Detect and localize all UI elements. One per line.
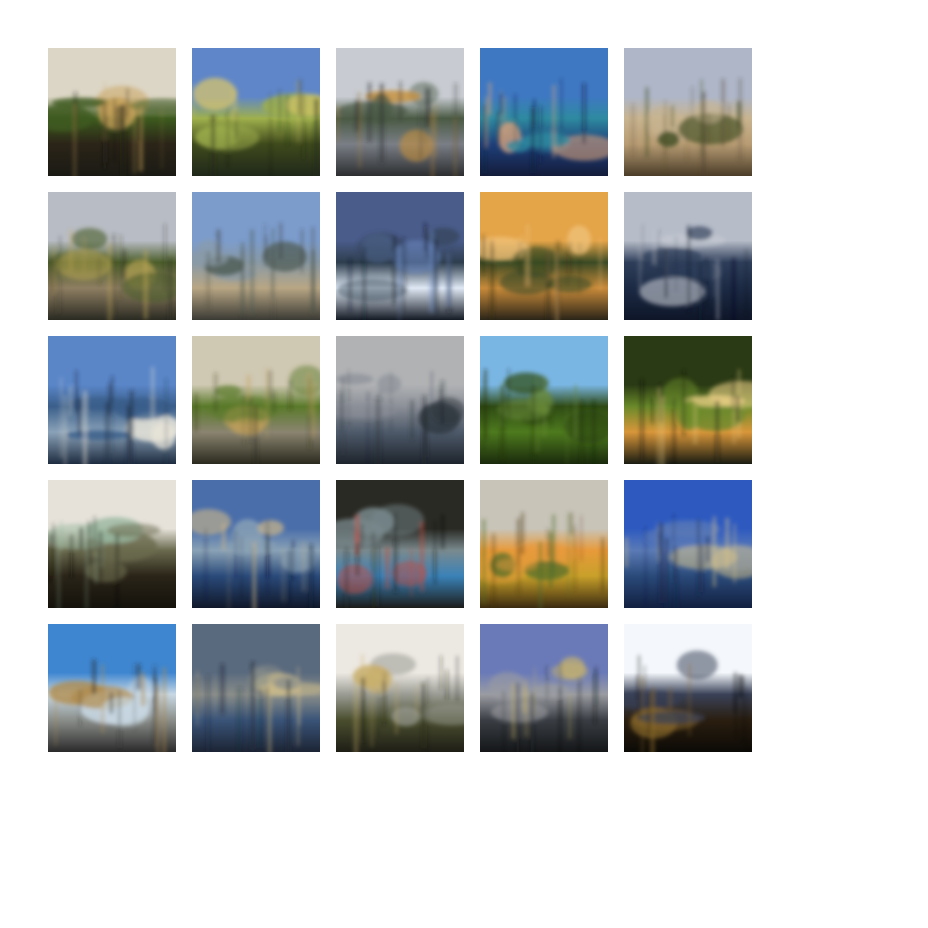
generated-image-tile <box>480 48 608 176</box>
generated-image <box>624 480 752 608</box>
generated-image <box>624 192 752 320</box>
generated-image <box>336 192 464 320</box>
generated-image <box>336 480 464 608</box>
generated-image-tile <box>480 480 608 608</box>
generated-image <box>48 624 176 752</box>
generated-image-tile <box>336 48 464 176</box>
generated-image <box>192 480 320 608</box>
generated-image-tile <box>480 192 608 320</box>
generated-image <box>192 336 320 464</box>
generated-image <box>192 624 320 752</box>
generated-image <box>624 336 752 464</box>
generated-image-tile <box>336 192 464 320</box>
generated-image-tile <box>48 480 176 608</box>
generated-image <box>336 624 464 752</box>
generated-image <box>336 336 464 464</box>
generated-image-tile <box>48 624 176 752</box>
generated-image <box>624 624 752 752</box>
generated-image-tile <box>624 480 752 608</box>
generated-image <box>192 192 320 320</box>
image-grid <box>48 48 752 752</box>
generated-image <box>48 48 176 176</box>
generated-image <box>480 480 608 608</box>
generated-image-tile <box>480 336 608 464</box>
generated-image-tile <box>192 624 320 752</box>
generated-image <box>48 192 176 320</box>
generated-image-tile <box>48 48 176 176</box>
generated-image-tile <box>192 336 320 464</box>
generated-image-tile <box>48 192 176 320</box>
generated-image-tile <box>624 624 752 752</box>
generated-image <box>192 48 320 176</box>
generated-image-tile <box>480 624 608 752</box>
generated-image-tile <box>336 336 464 464</box>
generated-image-tile <box>48 336 176 464</box>
generated-image-tile <box>624 192 752 320</box>
generated-image-tile <box>336 624 464 752</box>
generated-image <box>480 192 608 320</box>
generated-image <box>624 48 752 176</box>
generated-image <box>480 624 608 752</box>
generated-image-tile <box>624 48 752 176</box>
generated-image-tile <box>192 48 320 176</box>
generated-image-tile <box>624 336 752 464</box>
generated-image-tile <box>192 480 320 608</box>
generated-image-tile <box>336 480 464 608</box>
generated-image <box>336 48 464 176</box>
generated-image <box>480 48 608 176</box>
generated-image <box>48 480 176 608</box>
generated-image-tile <box>192 192 320 320</box>
generated-image <box>480 336 608 464</box>
generated-image <box>48 336 176 464</box>
